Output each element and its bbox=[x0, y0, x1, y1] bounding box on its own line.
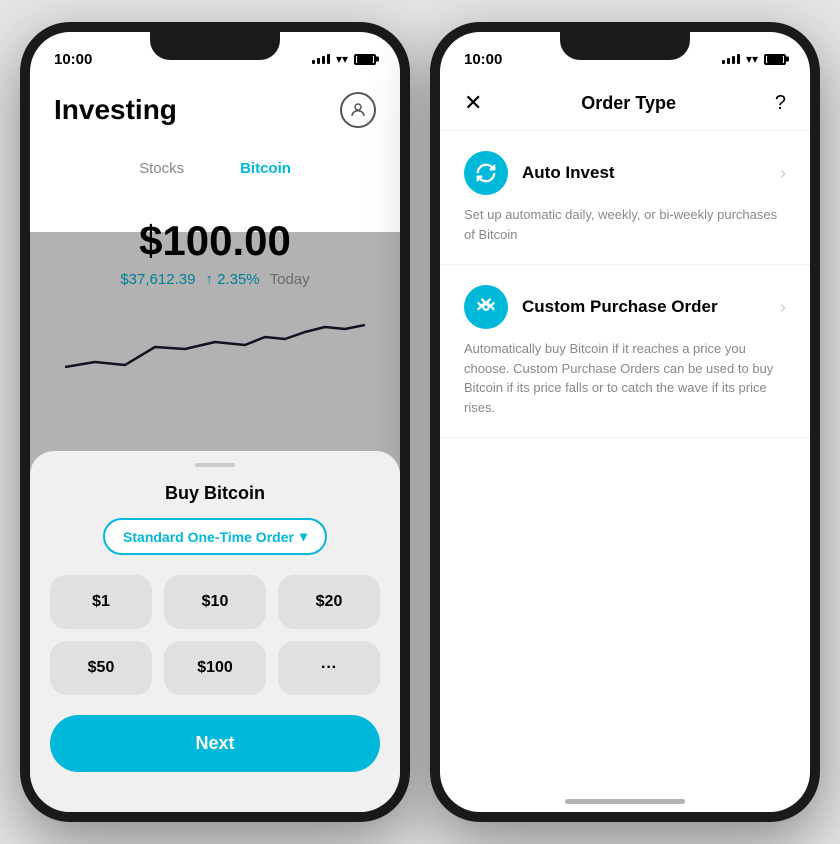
amount-50[interactable]: $50 bbox=[50, 641, 152, 695]
auto-invest-chevron-icon: › bbox=[780, 163, 786, 184]
help-button[interactable]: ? bbox=[775, 92, 786, 115]
sheet-title: Buy Bitcoin bbox=[50, 483, 380, 504]
signal-icon-right bbox=[722, 54, 740, 64]
custom-order-icon bbox=[464, 285, 508, 329]
investing-header: Investing bbox=[30, 76, 400, 140]
custom-order-left: Custom Purchase Order bbox=[464, 285, 718, 329]
right-screen-content: ✕ Order Type ? Auto Invest bbox=[440, 76, 810, 438]
status-time-right: 10:00 bbox=[464, 51, 502, 68]
custom-order-description: Automatically buy Bitcoin if it reaches … bbox=[464, 339, 786, 417]
amount-more[interactable]: ··· bbox=[278, 641, 380, 695]
amount-20[interactable]: $20 bbox=[278, 575, 380, 629]
sheet-handle bbox=[195, 463, 235, 467]
right-phone: 10:00 ▾▾ ✕ Order Type ? bbox=[430, 22, 820, 822]
amount-1[interactable]: $1 bbox=[50, 575, 152, 629]
battery-icon-right bbox=[764, 54, 786, 65]
amount-10[interactable]: $10 bbox=[164, 575, 266, 629]
left-phone: 10:00 ▾▾ Investing bbox=[20, 22, 410, 822]
order-type-arrow-icon: ▾ bbox=[300, 528, 307, 545]
auto-invest-left: Auto Invest bbox=[464, 151, 615, 195]
status-icons-right: ▾▾ bbox=[722, 52, 786, 66]
bottom-sheet: Buy Bitcoin Standard One-Time Order ▾ $1… bbox=[30, 451, 400, 812]
custom-order-name: Custom Purchase Order bbox=[522, 297, 718, 317]
battery-icon bbox=[354, 54, 376, 65]
tabs-row: Stocks Bitcoin bbox=[30, 140, 400, 197]
header-title: Order Type bbox=[581, 93, 676, 114]
next-button[interactable]: Next bbox=[50, 715, 380, 772]
tab-stocks[interactable]: Stocks bbox=[111, 152, 212, 185]
close-button[interactable]: ✕ bbox=[464, 90, 482, 116]
order-type-button[interactable]: Standard One-Time Order ▾ bbox=[103, 518, 327, 555]
order-type-header: ✕ Order Type ? bbox=[440, 76, 810, 131]
left-screen-content: Investing Stocks Bitcoin $100.00 $37,612… bbox=[30, 76, 400, 382]
notch-right bbox=[560, 32, 690, 60]
home-indicator-right bbox=[565, 799, 685, 804]
amount-100[interactable]: $100 bbox=[164, 641, 266, 695]
amount-grid: $1 $10 $20 $50 $100 ··· bbox=[50, 575, 380, 695]
order-type-label: Standard One-Time Order bbox=[123, 529, 294, 545]
status-icons-left: ▾▾ bbox=[312, 52, 376, 66]
auto-invest-icon bbox=[464, 151, 508, 195]
custom-order-chevron-icon: › bbox=[780, 297, 786, 318]
wifi-icon: ▾▾ bbox=[336, 52, 348, 66]
custom-order-row: Custom Purchase Order › bbox=[464, 285, 786, 329]
auto-invest-description: Set up automatic daily, weekly, or bi-we… bbox=[464, 205, 786, 244]
tab-bitcoin[interactable]: Bitcoin bbox=[212, 152, 319, 185]
auto-invest-name: Auto Invest bbox=[522, 163, 615, 183]
profile-icon[interactable] bbox=[340, 92, 376, 128]
auto-invest-row: Auto Invest › bbox=[464, 151, 786, 195]
auto-invest-option[interactable]: Auto Invest › Set up automatic daily, we… bbox=[440, 131, 810, 265]
status-time-left: 10:00 bbox=[54, 51, 92, 68]
notch bbox=[150, 32, 280, 60]
wifi-icon-right: ▾▾ bbox=[746, 52, 758, 66]
signal-icon bbox=[312, 54, 330, 64]
page-title: Investing bbox=[54, 94, 177, 126]
custom-order-option[interactable]: Custom Purchase Order › Automatically bu… bbox=[440, 265, 810, 438]
